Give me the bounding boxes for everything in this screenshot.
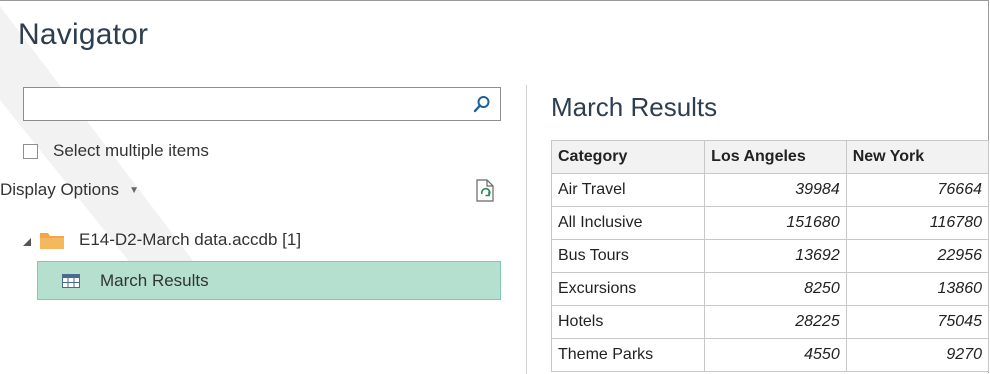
pane-divider[interactable] bbox=[526, 85, 527, 374]
preview-table: Category Los Angeles New York Air Travel… bbox=[551, 140, 989, 372]
table-header-row: Category Los Angeles New York bbox=[551, 140, 989, 174]
column-header[interactable]: New York bbox=[845, 140, 989, 174]
search-input[interactable] bbox=[23, 87, 501, 121]
table-cell: 116780 bbox=[845, 206, 989, 240]
table-cell: All Inclusive bbox=[551, 206, 706, 240]
table-cell: 13860 bbox=[845, 272, 989, 306]
expand-caret-icon[interactable] bbox=[23, 238, 31, 246]
folder-icon bbox=[40, 233, 64, 249]
table-row: Bus Tours 13692 22956 bbox=[551, 239, 989, 273]
table-cell: 9270 bbox=[845, 338, 989, 372]
table-cell: 22956 bbox=[845, 239, 989, 273]
display-options-label: Display Options bbox=[0, 180, 120, 199]
select-multiple-row[interactable]: Select multiple items bbox=[23, 140, 209, 162]
selected-item-label: March Results bbox=[100, 270, 209, 290]
tree-database-node[interactable]: E14-D2-March data.accdb [1] bbox=[23, 225, 301, 255]
preview-table-container[interactable]: Category Los Angeles New York Air Travel… bbox=[551, 140, 989, 374]
table-row: Theme Parks 4550 9270 bbox=[551, 338, 989, 372]
table-cell: Theme Parks bbox=[551, 338, 706, 372]
table-cell: Bus Tours bbox=[551, 239, 706, 273]
table-cell: 13692 bbox=[704, 239, 847, 273]
table-row: Air Travel 39984 76664 bbox=[551, 173, 989, 207]
table-cell: Air Travel bbox=[551, 173, 706, 207]
column-header[interactable]: Category bbox=[551, 140, 706, 174]
dropdown-caret-icon: ▼ bbox=[129, 184, 139, 196]
table-cell: 76664 bbox=[845, 173, 989, 207]
table-cell: Hotels bbox=[551, 305, 706, 339]
refresh-icon[interactable] bbox=[474, 179, 496, 203]
preview-title: March Results bbox=[551, 92, 718, 122]
table-row: Excursions 8250 13860 bbox=[551, 272, 989, 306]
dialog-title: Navigator bbox=[18, 18, 149, 51]
table-row: Hotels 28225 75045 bbox=[551, 305, 989, 339]
table-row: All Inclusive 151680 116780 bbox=[551, 206, 989, 240]
table-cell: 28225 bbox=[704, 305, 847, 339]
search-icon[interactable] bbox=[473, 95, 491, 113]
table-cell: Excursions bbox=[551, 272, 706, 306]
column-header[interactable]: Los Angeles bbox=[704, 140, 847, 174]
tree-item-march-results[interactable]: March Results bbox=[37, 261, 501, 300]
table-icon bbox=[62, 273, 80, 288]
table-cell: 39984 bbox=[704, 173, 847, 207]
table-cell: 75045 bbox=[845, 305, 989, 339]
table-cell: 4550 bbox=[704, 338, 847, 372]
display-options-button[interactable]: Display Options ▼ bbox=[0, 180, 139, 200]
database-label: E14-D2-March data.accdb [1] bbox=[79, 230, 302, 249]
table-cell: 151680 bbox=[704, 206, 847, 240]
table-cell: 8250 bbox=[704, 272, 847, 306]
select-multiple-checkbox[interactable] bbox=[23, 143, 38, 159]
select-multiple-label: Select multiple items bbox=[53, 141, 209, 160]
